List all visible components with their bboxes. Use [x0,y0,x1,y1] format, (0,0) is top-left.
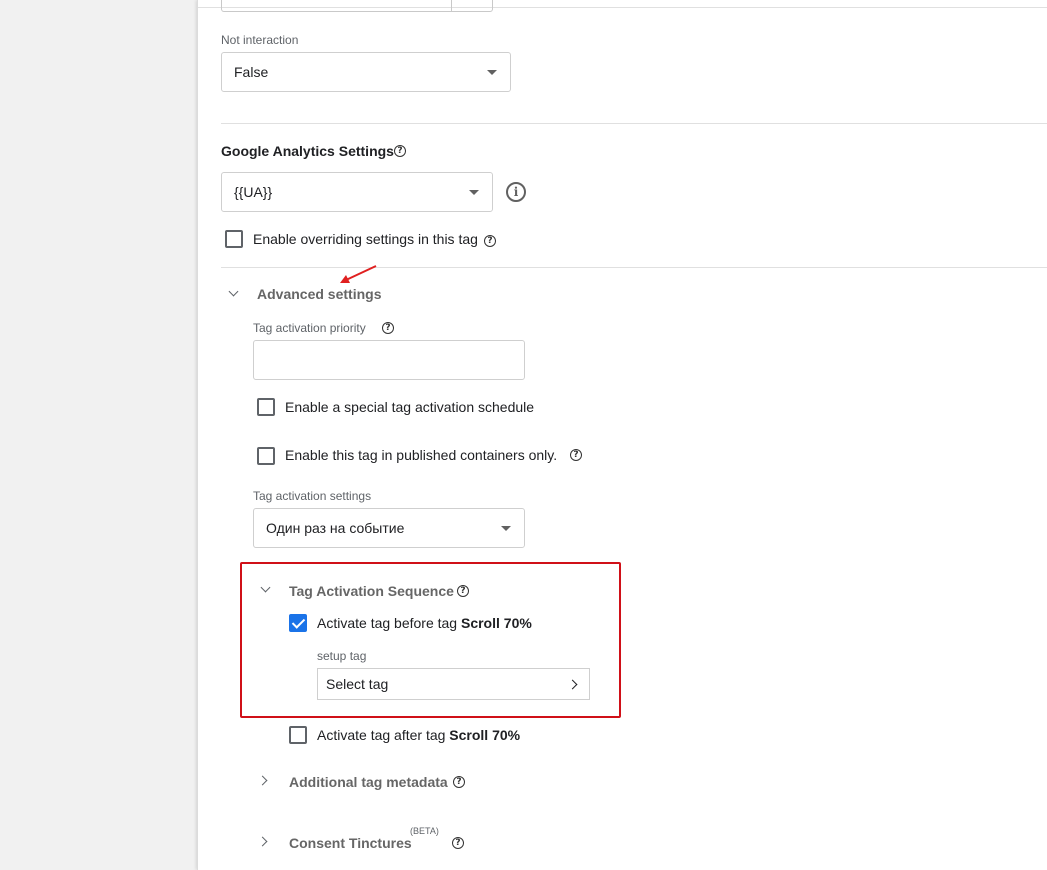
activate-after-prefix: Activate tag after tag [317,727,450,743]
activation-sequence-toggle[interactable]: Tag Activation Sequence [289,583,454,599]
published-only-label: Enable this tag in published containers … [285,447,558,463]
setup-tag-label: setup tag [317,649,367,663]
question-circle-icon[interactable]: ? [452,837,464,849]
priority-label: Tag activation priority [253,321,366,335]
activate-after-label: Activate tag after tag Scroll 70% [317,727,520,743]
question-circle-icon[interactable]: ? [382,322,394,334]
ga-settings-value: {{UA}} [234,184,273,200]
info-circle-icon[interactable]: i [506,182,526,202]
activation-settings-select[interactable]: Один раз на событие [253,508,525,548]
caret-down-icon [487,70,497,75]
consent-toggle[interactable]: Consent Tinctures [289,835,412,851]
override-settings-label: Enable overriding settings in this tag [253,231,478,247]
not-interaction-label: Not interaction [221,33,299,47]
activate-before-label: Activate tag before tag Scroll 70% [317,615,532,631]
activation-settings-label: Tag activation settings [253,489,372,503]
ga-settings-title: Google Analytics Settings [221,143,394,159]
activation-schedule-checkbox[interactable] [257,398,275,416]
chevron-down-icon[interactable] [228,286,239,297]
activate-after-tag-name: Scroll 70% [449,727,521,743]
partial-field-above[interactable] [221,0,493,12]
published-only-checkbox[interactable] [257,447,275,465]
ga-settings-select[interactable]: {{UA}} [221,172,493,212]
section-divider [221,123,1047,124]
activation-settings-value: Один раз на событие [266,520,405,536]
caret-down-icon [501,526,511,531]
not-interaction-value: False [234,64,269,80]
override-settings-checkbox[interactable] [225,230,243,248]
beta-badge: (BETA) [410,826,439,836]
advanced-settings-toggle[interactable]: Advanced settings [257,286,381,302]
tag-config-panel: Not interaction False Google Analytics S… [197,0,1047,870]
activate-before-prefix: Activate tag before tag [317,615,461,631]
additional-metadata-toggle[interactable]: Additional tag metadata [289,774,448,790]
chevron-right-icon[interactable] [257,836,268,847]
question-circle-icon[interactable]: ? [394,145,406,157]
chevron-right-icon[interactable] [257,775,268,786]
activate-before-tag-name: Scroll 70% [460,615,532,631]
priority-input[interactable] [253,340,525,380]
activation-schedule-label: Enable a special tag activation schedule [285,399,535,415]
question-circle-icon[interactable]: ? [453,776,465,788]
annotation-arrow-icon [340,265,377,283]
select-tag-button[interactable]: Select tag [317,668,590,700]
question-circle-icon[interactable]: ? [457,585,469,597]
not-interaction-select[interactable]: False [221,52,511,92]
question-circle-icon[interactable]: ? [570,449,582,461]
activate-before-checkbox[interactable] [289,614,307,632]
chevron-right-icon [567,679,578,690]
activate-after-checkbox[interactable] [289,726,307,744]
caret-down-icon [469,190,479,195]
select-tag-text: Select tag [326,676,389,692]
question-circle-icon[interactable]: ? [484,235,496,247]
